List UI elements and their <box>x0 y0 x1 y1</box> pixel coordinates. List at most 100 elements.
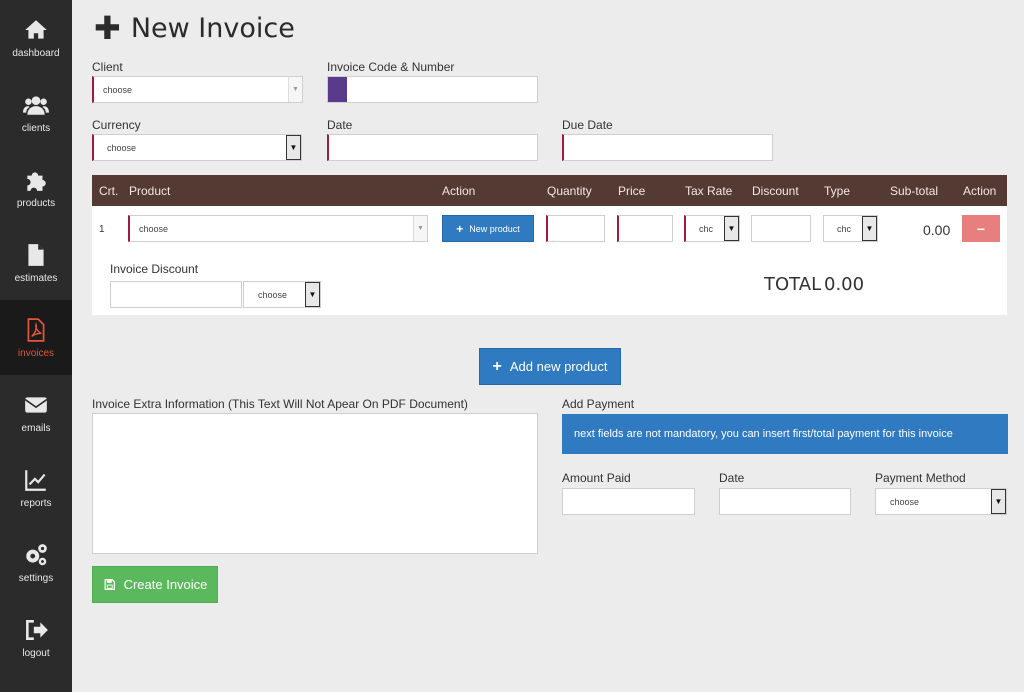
chevron-down-icon: ▼ <box>305 282 320 307</box>
chevron-down-icon: ▼ <box>862 216 877 241</box>
sidebar-item-label: products <box>16 197 56 209</box>
col-type: Type <box>824 184 851 198</box>
currency-select-value: choose <box>107 142 137 153</box>
sidebar-item-invoices[interactable]: invoices <box>0 300 72 375</box>
col-action: Action <box>442 184 476 198</box>
users-icon <box>23 95 49 115</box>
minus-icon: − <box>976 220 986 237</box>
page-title: ✚ New Invoice <box>94 12 295 44</box>
col-tax-rate: Tax Rate <box>685 184 733 198</box>
chevron-down-icon: ▼ <box>991 489 1006 514</box>
add-payment-title: Add Payment <box>562 397 635 411</box>
date-input[interactable] <box>327 134 538 161</box>
logout-icon <box>26 619 48 640</box>
sidebar: dashboard clients products estimates inv… <box>0 0 72 692</box>
new-product-button[interactable]: + New product <box>442 215 534 242</box>
extra-info-label: Invoice Extra Information (This Text Wil… <box>92 397 468 411</box>
sidebar-item-label: estimates <box>14 272 58 284</box>
create-invoice-label: Create Invoice <box>123 577 208 592</box>
payment-method-select[interactable]: choose ▼ <box>875 488 1007 515</box>
payment-date-label: Date <box>719 471 745 485</box>
sidebar-item-label: dashboard <box>12 47 60 59</box>
currency-select[interactable]: choose ▼ <box>92 134 302 161</box>
sidebar-item-label: invoices <box>17 347 55 359</box>
date-label: Date <box>327 118 353 132</box>
payment-method-label: Payment Method <box>875 471 966 485</box>
envelope-icon <box>24 396 48 413</box>
tax-rate-select-value: chc <box>699 223 714 234</box>
remove-row-button[interactable]: − <box>962 215 1000 242</box>
chevron-down-icon: ▼ <box>413 216 427 241</box>
chevron-down-icon: ▼ <box>286 135 301 160</box>
amount-paid-input[interactable] <box>562 488 695 515</box>
sidebar-item-reports[interactable]: reports <box>0 450 72 525</box>
new-product-button-label: New product <box>469 223 520 234</box>
plus-icon: ✚ <box>94 9 121 47</box>
payment-notice-text: next fields are not mandatory, you can i… <box>574 428 953 440</box>
sidebar-item-label: reports <box>20 497 52 509</box>
pdf-icon <box>27 317 45 342</box>
col-crt: Crt. <box>99 184 119 198</box>
table-header: Crt. Product Action Quantity Price Tax R… <box>92 175 1007 206</box>
total-value: 0.00 <box>824 274 865 295</box>
sidebar-item-settings[interactable]: settings <box>0 525 72 600</box>
tax-rate-select[interactable]: chc ▼ <box>684 215 740 242</box>
main-content: ✚ New Invoice Client choose ▼ Invoice Co… <box>72 0 1024 692</box>
file-icon <box>28 243 44 266</box>
client-select-value: choose <box>103 84 133 95</box>
invoice-discount-label: Invoice Discount <box>110 262 199 276</box>
payment-notice: next fields are not mandatory, you can i… <box>562 414 1008 454</box>
gears-icon <box>26 543 47 565</box>
col-subtotal: Sub-total <box>890 184 939 198</box>
chart-icon <box>25 469 46 491</box>
page-title-text: New Invoice <box>130 12 295 44</box>
invoice-discount-type-select[interactable]: choose ▼ <box>243 281 321 308</box>
payment-date-input[interactable] <box>719 488 851 515</box>
sidebar-item-emails[interactable]: emails <box>0 375 72 450</box>
home-icon <box>25 19 47 39</box>
client-select[interactable]: choose ▼ <box>92 76 303 103</box>
invoice-discount-input[interactable] <box>110 281 242 308</box>
col-quantity: Quantity <box>547 184 592 198</box>
discount-type-select-value: choose <box>258 289 288 300</box>
invoice-prefix-swatch <box>328 77 347 102</box>
currency-label: Currency <box>92 118 141 132</box>
total-label: TOTAL <box>764 274 822 295</box>
save-icon <box>104 579 115 590</box>
type-select-value: chc <box>837 223 852 234</box>
extra-info-textarea[interactable] <box>92 413 538 554</box>
create-invoice-button[interactable]: Create Invoice <box>92 566 218 603</box>
row-crt: 1 <box>99 224 105 235</box>
quantity-input[interactable] <box>546 215 605 242</box>
sidebar-item-logout[interactable]: logout <box>0 600 72 675</box>
type-select[interactable]: chc ▼ <box>823 215 878 242</box>
sidebar-item-dashboard[interactable]: dashboard <box>0 0 72 75</box>
product-select[interactable]: choose ▼ <box>128 215 428 242</box>
col-action-2: Action <box>963 184 997 198</box>
discount-input[interactable] <box>751 215 811 242</box>
client-label: Client <box>92 60 123 74</box>
invoice-code-input[interactable] <box>327 76 538 103</box>
plus-icon: + <box>456 221 464 236</box>
amount-paid-label: Amount Paid <box>562 471 631 485</box>
add-new-product-label: Add new product <box>509 359 608 374</box>
add-new-product-button[interactable]: + Add new product <box>479 348 621 385</box>
col-price: Price <box>618 184 646 198</box>
due-date-label: Due Date <box>562 118 613 132</box>
sidebar-item-estimates[interactable]: estimates <box>0 225 72 300</box>
chevron-down-icon: ▼ <box>724 216 739 241</box>
col-product: Product <box>129 184 171 198</box>
sidebar-item-label: settings <box>18 572 54 584</box>
puzzle-icon <box>27 171 46 191</box>
invoice-code-label: Invoice Code & Number <box>327 60 455 74</box>
price-input[interactable] <box>617 215 673 242</box>
row-subtotal: 0.00 <box>923 222 951 238</box>
sidebar-item-products[interactable]: products <box>0 150 72 225</box>
due-date-input[interactable] <box>562 134 773 161</box>
payment-method-select-value: choose <box>890 496 920 507</box>
sidebar-item-label: emails <box>21 422 51 434</box>
sidebar-item-clients[interactable]: clients <box>0 75 72 150</box>
sidebar-item-label: clients <box>21 122 51 134</box>
col-discount: Discount <box>752 184 799 198</box>
product-select-value: choose <box>139 223 169 234</box>
